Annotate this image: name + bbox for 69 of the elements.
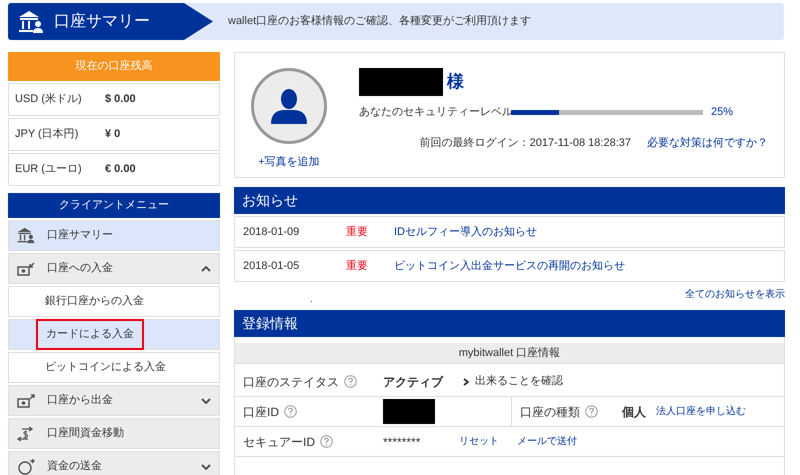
help-icon[interactable] xyxy=(585,405,598,418)
notice-link[interactable]: ビットコイン入出金サービスの再開のお知らせ xyxy=(394,258,625,274)
stray-mark: . xyxy=(310,293,313,307)
field-label: セキュアーID xyxy=(243,434,315,450)
reset-link[interactable]: リセット xyxy=(459,434,499,449)
menu-item[interactable]: 口座への入金 xyxy=(8,253,220,284)
security-reading: 25% xyxy=(711,105,734,120)
menu-item-label: 口座への入金 xyxy=(47,260,114,276)
menu-item[interactable]: 資金の送金 xyxy=(8,451,220,475)
field-label: 口座のステイタス xyxy=(243,374,339,390)
honorific: 様 xyxy=(447,71,464,94)
balance-amount: € 0.00 xyxy=(105,162,136,178)
registration-header: 登録情報 xyxy=(234,310,785,337)
last-login: 前回の最終ログイン：2017-11-08 18:28:37 xyxy=(420,136,631,150)
page-description: wallet口座のお客様情報のご確認、各種変更がご利用頂けます xyxy=(228,14,532,30)
menu-item-label: 資金の送金 xyxy=(47,459,103,474)
capabilities-link[interactable]: 出来ることを確認 xyxy=(475,373,563,390)
send-mail-link[interactable]: メールで送付 xyxy=(517,434,577,449)
field-label: 口座の種類 xyxy=(520,404,580,420)
help-icon[interactable] xyxy=(320,435,333,448)
caret-icon xyxy=(201,464,211,470)
field-label: 口座ID xyxy=(243,404,279,420)
bank-icon xyxy=(17,227,35,244)
help-link[interactable]: 必要な対策は何ですか？ xyxy=(647,134,768,151)
person-silhouette-icon xyxy=(269,88,309,124)
account-type-value: 個人 xyxy=(622,404,646,420)
menu-item[interactable]: 口座間資金移動 xyxy=(8,418,220,449)
menu-item-label: 口座から出金 xyxy=(47,392,114,408)
currency-label: JPY (日本円) xyxy=(15,127,80,142)
notice-date: 2018-01-05 xyxy=(243,258,300,274)
help-icon[interactable] xyxy=(344,375,357,388)
notice-date: 2018-01-09 xyxy=(243,224,300,240)
cash-arrow-icon xyxy=(17,262,35,276)
notice-link[interactable]: IDセルフィー導入のお知らせ xyxy=(394,224,537,240)
notice-tag: 重要 xyxy=(346,258,394,274)
currency-label: USD (米ドル) xyxy=(15,92,83,108)
page-title: 口座サマリー xyxy=(54,12,150,32)
caret-icon xyxy=(201,398,211,404)
submenu-label: カードによる入金 xyxy=(46,327,134,342)
menu-item[interactable]: 口座から出金 xyxy=(8,385,220,416)
notice-tag: 重要 xyxy=(346,224,394,240)
help-icon[interactable] xyxy=(284,405,297,418)
balance-amount: ¥ 0 xyxy=(105,127,120,142)
chevron-icon xyxy=(463,378,469,386)
bank-icon xyxy=(18,10,44,34)
all-notices-link[interactable]: 全てのお知らせを表示 xyxy=(685,287,785,302)
balance-amount: $ 0.00 xyxy=(105,92,136,108)
cash-arrow-icon xyxy=(17,394,35,408)
secure-id-value: ******** xyxy=(383,434,422,450)
submenu-label: ビットコインによる入金 xyxy=(45,360,166,376)
balance-header: 現在の口座残高 xyxy=(8,52,220,81)
menu-item-label: 口座サマリー xyxy=(47,228,114,244)
add-photo-link[interactable]: +写真を追加 xyxy=(258,154,320,170)
submenu-item[interactable]: 銀行口座からの入金 xyxy=(8,286,220,317)
corporate-account-link[interactable]: 法人口座を申し込む xyxy=(656,404,746,419)
menu-header: クライアントメニュー xyxy=(8,193,220,218)
caret-icon xyxy=(201,266,211,272)
submenu-item[interactable]: ビットコインによる入金 xyxy=(8,352,220,383)
menu-item[interactable]: 口座サマリー xyxy=(8,220,220,251)
registration-subheader: mybitwallet 口座情報 xyxy=(235,343,784,364)
currency-label: EUR (ユーロ) xyxy=(15,162,83,178)
submenu-label: 銀行口座からの入金 xyxy=(45,294,144,310)
notices-header: お知らせ xyxy=(234,187,785,214)
transfer-icon xyxy=(17,426,33,442)
submenu-item[interactable]: カードによる入金 xyxy=(8,319,220,350)
coin-send-icon xyxy=(17,458,35,474)
menu-item-label: 口座間資金移動 xyxy=(47,426,125,442)
status-value: アクティブ xyxy=(383,374,444,390)
redacted-block xyxy=(383,399,435,424)
